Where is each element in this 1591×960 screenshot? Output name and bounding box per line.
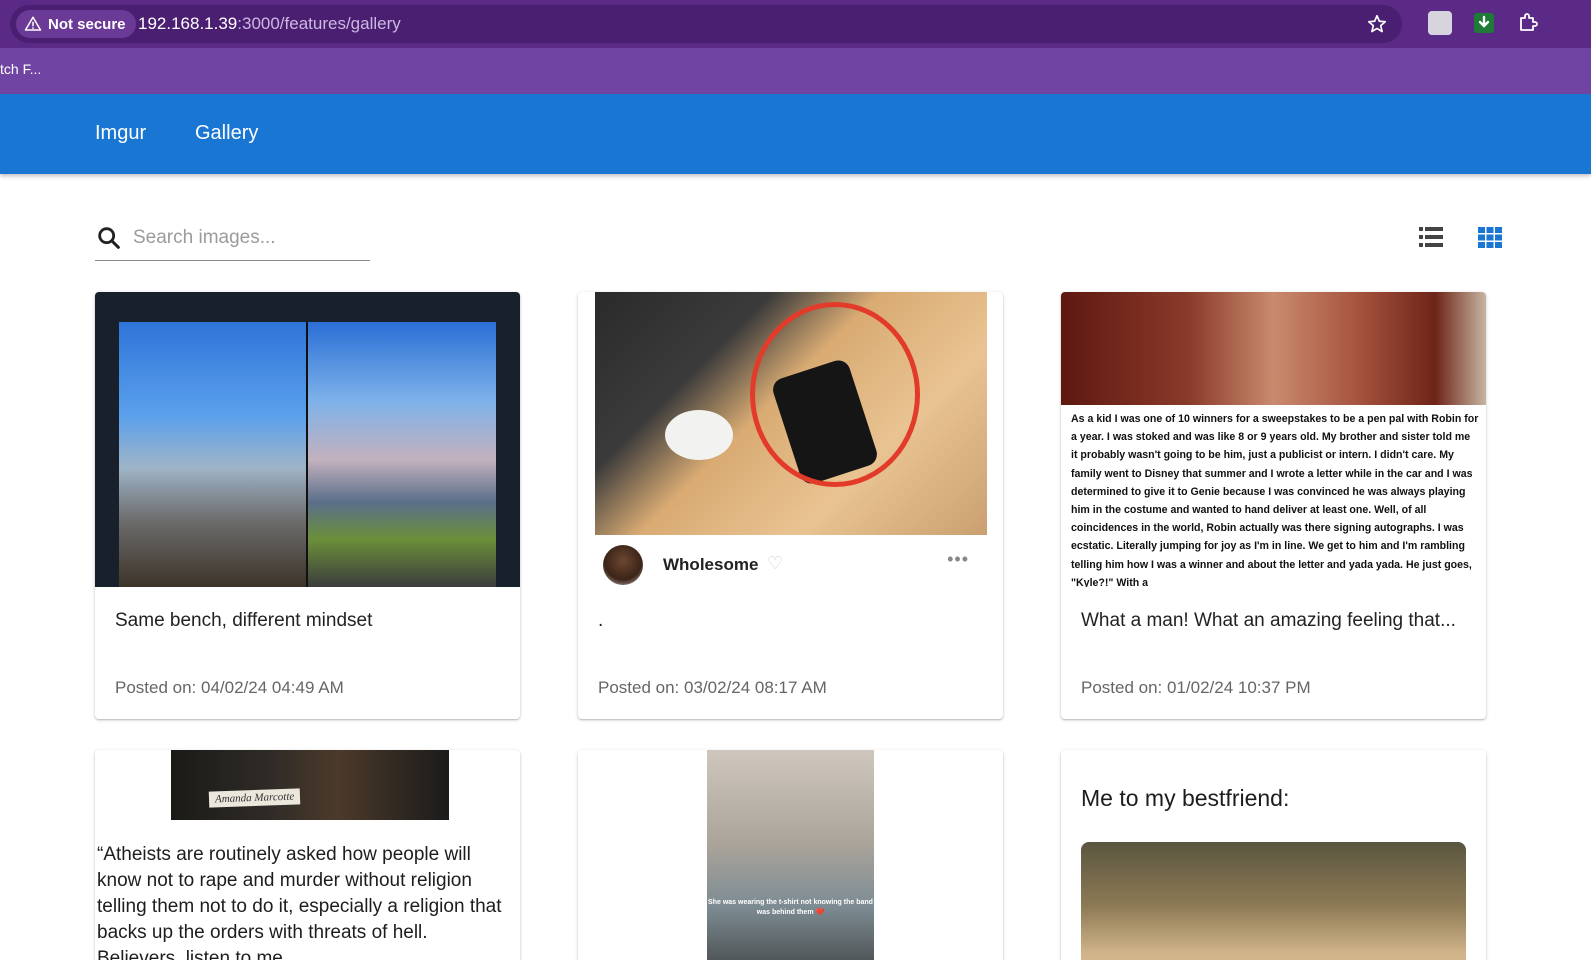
browser-toolbar: Not secure 192.168.1.39:3000/features/ga… (0, 0, 1591, 48)
gallery-card[interactable]: As a kid I was one of 10 winners for a s… (1061, 292, 1486, 719)
security-label: Not secure (48, 15, 126, 33)
extensions-puzzle-icon[interactable] (1516, 11, 1540, 35)
search-input[interactable] (133, 222, 363, 254)
more-options-icon: ••• (947, 549, 969, 569)
search-icon (98, 227, 120, 249)
bookmark-item[interactable]: tch F... (0, 61, 41, 77)
panel-photo: Amanda Marcotte (171, 750, 449, 820)
search-bar (95, 218, 370, 261)
avatar (603, 545, 643, 585)
post-author-name: Wholesome (663, 555, 759, 574)
heart-icon: ♡ (767, 553, 784, 573)
video-frame: She was wearing the t-shirt not knowing … (707, 750, 874, 960)
card-date: Posted on: 01/02/24 10:37 PM (1081, 678, 1311, 697)
bookmark-star-icon[interactable] (1366, 13, 1388, 35)
list-view-icon[interactable] (1417, 224, 1445, 250)
download-extension-icon[interactable] (1472, 11, 1496, 35)
quote-text: “Atheists are routinely asked how people… (97, 844, 502, 960)
gallery-card[interactable]: Same bench, different mindset Posted on:… (95, 292, 520, 719)
card-title: . (598, 610, 604, 631)
card-title: What a man! What an amazing feeling that… (1081, 610, 1456, 631)
app-bar: Imgur Gallery (0, 94, 1591, 174)
image-story-text: As a kid I was one of 10 winners for a s… (1071, 413, 1479, 587)
url-host: 192.168.1.39 (138, 14, 238, 33)
card-image: Wholesome ♡ ••• (578, 292, 1003, 587)
card-image: As a kid I was one of 10 winners for a s… (1061, 292, 1486, 587)
social-post-header: Wholesome ♡ ••• (595, 535, 987, 587)
card-image (95, 292, 520, 587)
video-caption: She was wearing the t-shirt not knowing … (708, 899, 873, 916)
red-circle-annotation (750, 302, 920, 487)
address-bar[interactable]: Not secure 192.168.1.39:3000/features/ga… (10, 5, 1402, 43)
actor-photo (1061, 292, 1486, 405)
castle-photo-right (308, 322, 496, 587)
url-path: :3000/features/gallery (237, 14, 401, 33)
gallery-card[interactable]: She was wearing the t-shirt not knowing … (578, 750, 1003, 960)
bookmarks-bar: tch F... (0, 48, 1591, 94)
gallery-card[interactable]: Me to my bestfriend: (1061, 750, 1486, 960)
nav-gallery-link[interactable]: Gallery (195, 122, 258, 145)
nav-imgur-link[interactable]: Imgur (95, 122, 146, 145)
castle-photo-left (119, 322, 307, 587)
card-date: Posted on: 04/02/24 04:49 AM (115, 678, 344, 697)
name-placard: Amanda Marcotte (208, 788, 301, 808)
grid-view-icon[interactable] (1476, 224, 1504, 250)
meme-heading: Me to my bestfriend: (1081, 785, 1290, 811)
gallery-card[interactable]: Wholesome ♡ ••• . Posted on: 03/02/24 08… (578, 292, 1003, 719)
card-title: Same bench, different mindset (115, 610, 373, 631)
sauce-cup (665, 410, 733, 460)
warning-icon (24, 16, 42, 31)
security-indicator[interactable]: Not secure (16, 10, 136, 38)
meme-photo (1081, 842, 1466, 960)
card-date: Posted on: 03/02/24 08:17 AM (598, 678, 827, 697)
gallery-card[interactable]: Amanda Marcotte “Atheists are routinely … (95, 750, 520, 960)
extension-profile-icon[interactable] (1428, 11, 1452, 35)
phone-photo (595, 292, 987, 535)
url-text[interactable]: 192.168.1.39:3000/features/gallery (138, 14, 401, 34)
